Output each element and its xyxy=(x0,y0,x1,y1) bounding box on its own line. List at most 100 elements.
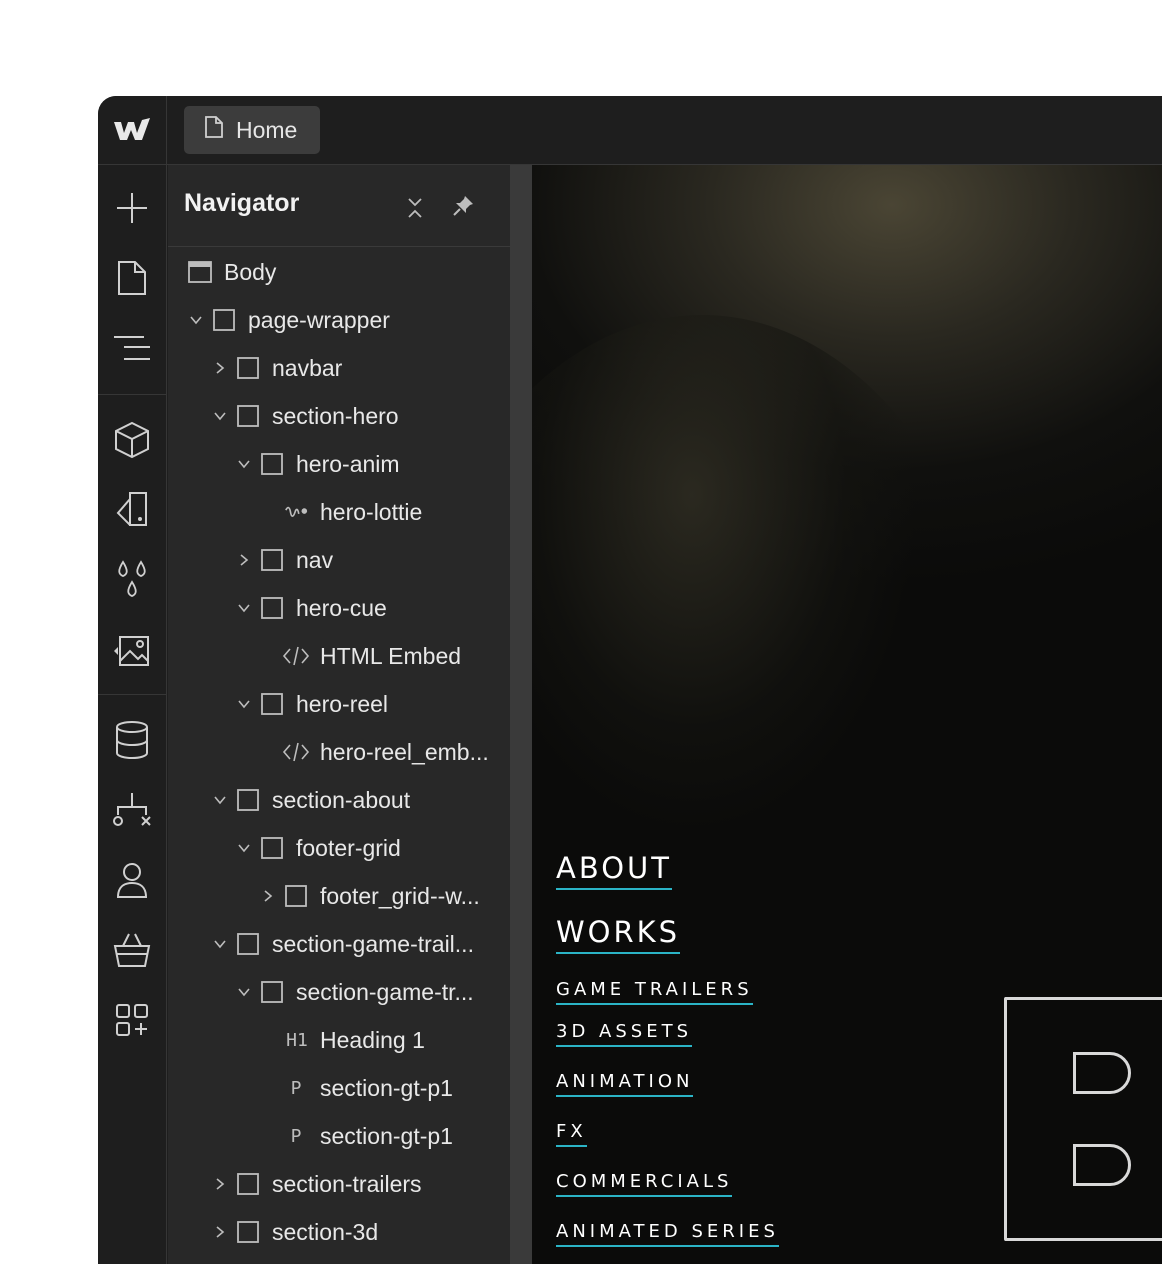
tree-item-label: section-gt-p1 xyxy=(320,1123,453,1149)
navigator-title: Navigator xyxy=(184,189,300,217)
chevron-right-icon[interactable] xyxy=(210,358,230,378)
tree-item-paragraph[interactable]: P section-gt-p1 xyxy=(168,1112,510,1160)
tree-item-navbar[interactable]: navbar xyxy=(168,344,510,392)
div-block-icon xyxy=(260,836,284,860)
panel-resize-handle[interactable] xyxy=(510,165,532,1264)
chevron-down-icon[interactable] xyxy=(210,934,230,954)
menu-link-animated-series[interactable]: ANIMATED SERIES xyxy=(556,1221,779,1247)
menu-link-3d-assets[interactable]: 3D ASSETS xyxy=(556,1021,692,1047)
tree-item-label: section-3d xyxy=(272,1219,379,1245)
menu-link-about[interactable]: ABOUT xyxy=(556,851,672,890)
div-block-icon xyxy=(260,596,284,620)
users-icon[interactable] xyxy=(98,855,166,905)
tree-item-hero-reel-embed[interactable]: hero-reel_emb... xyxy=(168,728,510,776)
div-block-icon xyxy=(260,452,284,476)
collapse-icon[interactable] xyxy=(400,193,430,223)
lottie-icon xyxy=(284,500,308,524)
apps-icon[interactable] xyxy=(98,995,166,1045)
div-block-icon xyxy=(284,884,308,908)
tree-item-nav[interactable]: nav xyxy=(168,536,510,584)
chevron-down-icon[interactable] xyxy=(234,838,254,858)
cms-icon[interactable] xyxy=(98,715,166,765)
webflow-logo-icon[interactable] xyxy=(98,96,167,164)
tree-item-footer-grid[interactable]: footer-grid xyxy=(168,824,510,872)
assets-icon[interactable] xyxy=(98,625,166,675)
tree-item-label: HTML Embed xyxy=(320,643,462,669)
div-block-icon xyxy=(260,692,284,716)
tree-item-label: page-wrapper xyxy=(248,307,390,333)
tree-item-section-hero[interactable]: section-hero xyxy=(168,392,510,440)
designer-window: Home Navigator Body page-wrapper navbar … xyxy=(98,96,1162,1264)
tree-item-label: hero-anim xyxy=(296,451,400,477)
chevron-down-icon[interactable] xyxy=(186,310,206,330)
chevron-down-icon[interactable] xyxy=(234,694,254,714)
tree-item-label: footer-grid xyxy=(296,835,401,861)
tree-item-label: hero-reel_emb... xyxy=(320,739,489,765)
menu-link-game-trailers[interactable]: GAME TRAILERS xyxy=(556,979,753,1005)
chevron-down-icon[interactable] xyxy=(234,598,254,618)
add-icon[interactable] xyxy=(98,183,166,233)
tree-item-label: section-about xyxy=(272,787,411,813)
variables-icon[interactable] xyxy=(98,555,166,605)
components-icon[interactable] xyxy=(98,415,166,465)
tree-item-body[interactable]: Body xyxy=(168,248,510,296)
menu-link-commercials[interactable]: COMMERCIALS xyxy=(556,1171,733,1197)
tree-item-hero-anim[interactable]: hero-anim xyxy=(168,440,510,488)
chevron-down-icon[interactable] xyxy=(234,982,254,1002)
chevron-right-icon[interactable] xyxy=(210,1222,230,1242)
tree-item-label: section-trailers xyxy=(272,1171,422,1197)
tree-item-label: hero-lottie xyxy=(320,499,423,525)
pages-icon[interactable] xyxy=(98,253,166,303)
chevron-right-icon[interactable] xyxy=(258,886,278,906)
menu-link-animation[interactable]: ANIMATION xyxy=(556,1071,694,1097)
tree-item-page-wrapper[interactable]: page-wrapper xyxy=(168,296,510,344)
code-embed-icon xyxy=(282,644,310,668)
tree-item-label: hero-reel xyxy=(296,691,389,717)
pin-icon[interactable] xyxy=(448,191,478,221)
div-block-icon xyxy=(236,788,260,812)
div-block-icon xyxy=(236,932,260,956)
tree-item-section-game-trailers[interactable]: section-game-trail... xyxy=(168,920,510,968)
chevron-down-icon[interactable] xyxy=(210,406,230,426)
left-toolbar xyxy=(98,165,167,1264)
tree-item-paragraph[interactable]: P section-gt-p1 xyxy=(168,1064,510,1112)
tree-item-label: section-game-trail... xyxy=(272,931,474,957)
tree-item-section-about[interactable]: section-about xyxy=(168,776,510,824)
tree-item-section-trailers[interactable]: section-trailers xyxy=(168,1160,510,1208)
menu-link-fx[interactable]: FX xyxy=(556,1121,587,1147)
page-icon xyxy=(204,115,236,145)
tree-item-hero-cue[interactable]: hero-cue xyxy=(168,584,510,632)
logic-icon[interactable] xyxy=(98,785,166,835)
chevron-right-icon[interactable] xyxy=(210,1174,230,1194)
navigator-panel: Navigator Body page-wrapper navbar secti… xyxy=(168,165,510,1264)
tree-item-label: hero-cue xyxy=(296,595,387,621)
styles-icon[interactable] xyxy=(98,485,166,535)
tree-item-footer-grid-wrapper[interactable]: footer_grid--w... xyxy=(168,872,510,920)
tree-item-heading-1[interactable]: H1 Heading 1 xyxy=(168,1016,510,1064)
navigator-icon[interactable] xyxy=(98,323,166,373)
chevron-right-icon[interactable] xyxy=(234,550,254,570)
tree-item-section-3d[interactable]: section-3d xyxy=(168,1208,510,1256)
tree-item-label: Heading 1 xyxy=(320,1027,425,1053)
heading-tag-icon: H1 xyxy=(286,1029,308,1051)
tree-item-html-embed[interactable]: HTML Embed xyxy=(168,632,510,680)
tree-item-label: navbar xyxy=(272,355,343,381)
design-canvas[interactable]: ABOUT WORKS GAME TRAILERS 3D ASSETS ANIM… xyxy=(532,165,1162,1264)
chevron-down-icon[interactable] xyxy=(234,454,254,474)
tree-item-label: section-gt-p1 xyxy=(320,1075,453,1101)
logo-shape xyxy=(1073,1144,1131,1186)
div-block-icon xyxy=(260,548,284,572)
div-block-icon xyxy=(236,404,260,428)
ecommerce-icon[interactable] xyxy=(98,925,166,975)
chevron-down-icon[interactable] xyxy=(210,790,230,810)
top-bar: Home xyxy=(98,96,1162,165)
tree-item-hero-lottie[interactable]: hero-lottie xyxy=(168,488,510,536)
tree-item-section-game-tr[interactable]: section-game-tr... xyxy=(168,968,510,1016)
tree-item-label: section-hero xyxy=(272,403,399,429)
tree-item-label: section-game-tr... xyxy=(296,979,474,1005)
paragraph-tag-icon: P xyxy=(290,1077,302,1099)
tree-item-hero-reel[interactable]: hero-reel xyxy=(168,680,510,728)
page-selector-button[interactable]: Home xyxy=(184,106,320,154)
navigator-header: Navigator xyxy=(168,165,510,247)
menu-link-works[interactable]: WORKS xyxy=(556,915,681,954)
